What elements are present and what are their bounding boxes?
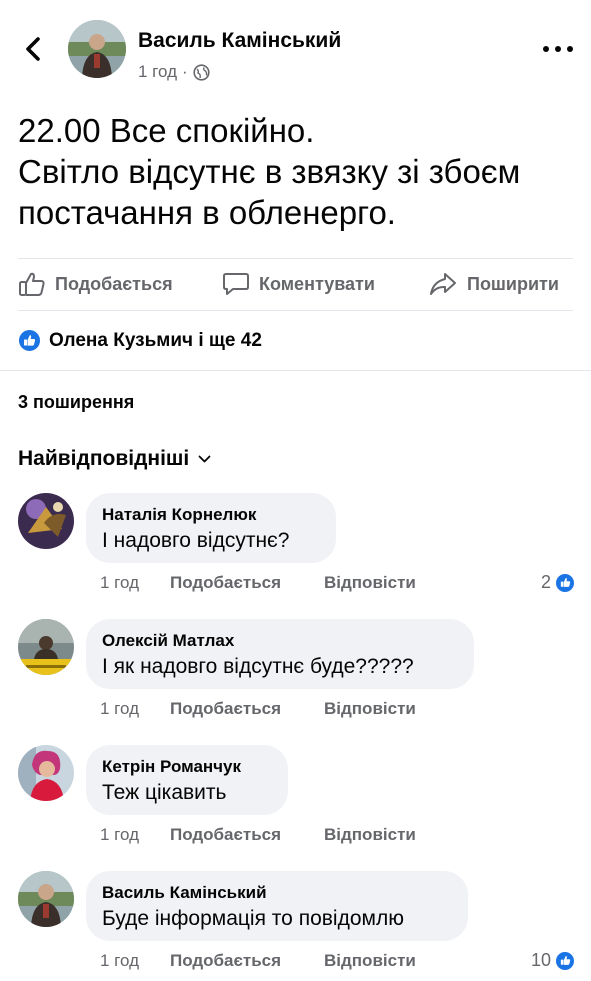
post-time[interactable]: 1 год	[138, 62, 177, 82]
back-button[interactable]	[20, 34, 46, 64]
author-name[interactable]: Василь Камінський	[138, 29, 341, 53]
comment-bubble-icon	[223, 273, 249, 295]
comment-button-label: Коментувати	[259, 273, 375, 294]
thumbs-up-icon	[19, 272, 45, 296]
chevron-down-icon	[198, 455, 211, 462]
comment-time[interactable]: 1 год	[100, 825, 170, 845]
comment-bubble[interactable]: Олексій Матлах І як надовго відсутнє буд…	[86, 619, 474, 689]
comment-reply-button[interactable]: Відповісти	[324, 699, 416, 719]
post-text: 22.00 Все спокійно. Світло відсутнє в зв…	[18, 112, 521, 231]
commenter-avatar[interactable]	[18, 493, 74, 549]
comment-time[interactable]: 1 год	[100, 951, 170, 971]
comment-meta: 1 год Подобається Відповісти	[100, 699, 416, 719]
commenter-name[interactable]: Кетрін Романчук	[102, 757, 272, 777]
comment-like-button[interactable]: Подобається	[170, 825, 324, 845]
more-options-button[interactable]	[543, 41, 573, 57]
shares-count[interactable]: 3 поширення	[18, 392, 134, 413]
comment-bubble[interactable]: Василь Камінський Буде інформація то пов…	[86, 871, 468, 941]
comment-time[interactable]: 1 год	[100, 699, 170, 719]
comment-time[interactable]: 1 год	[100, 573, 170, 593]
comment-bubble[interactable]: Кетрін Романчук Теж цікавить	[86, 745, 288, 815]
comment-sort-dropdown[interactable]: Найвідповідніші	[18, 447, 211, 471]
commenter-avatar[interactable]	[18, 871, 74, 927]
share-button[interactable]: Поширити	[428, 258, 559, 310]
like-button[interactable]: Подобається	[18, 258, 173, 310]
comment-text: І як надовго відсутнє буде?????	[102, 655, 414, 678]
meta-separator: ·	[182, 62, 188, 81]
post-meta: 1 год ·	[138, 62, 210, 82]
comment-item: Кетрін Романчук Теж цікавить 1 год Подоб…	[0, 745, 591, 865]
like-icon	[18, 329, 41, 352]
comment-meta: 1 год Подобається Відповісти	[100, 951, 416, 971]
like-icon	[555, 950, 575, 971]
comment-reaction-count: 2	[540, 572, 551, 592]
comment-item: Василь Камінський Буде інформація то пов…	[0, 871, 591, 981]
commenter-avatar[interactable]	[18, 745, 74, 801]
comment-text: І надовго відсутнє?	[102, 529, 290, 552]
comment-like-button[interactable]: Подобається	[170, 951, 324, 971]
chevron-left-icon	[26, 37, 40, 61]
comment-reply-button[interactable]: Відповісти	[324, 951, 416, 971]
like-icon	[555, 572, 575, 593]
comment-reply-button[interactable]: Відповісти	[324, 825, 416, 845]
sort-label: Найвідповідніші	[18, 447, 190, 470]
comment-text: Теж цікавить	[102, 781, 227, 804]
dot-icon	[567, 46, 573, 52]
comment-reply-button[interactable]: Відповісти	[324, 573, 416, 593]
comment-meta: 1 год Подобається Відповісти	[100, 825, 416, 845]
dot-icon	[555, 46, 561, 52]
commenter-name[interactable]: Наталія Корнелюк	[102, 505, 320, 525]
reactions-summary[interactable]: Олена Кузьмич і ще 42	[18, 329, 262, 352]
author-avatar[interactable]	[68, 20, 126, 78]
post-actions: Подобається Коментувати Поширити	[0, 258, 591, 310]
like-button-label: Подобається	[55, 273, 173, 294]
comment-reaction-count: 10	[530, 950, 551, 970]
reactions-summary-text: Олена Кузьмич і ще 42	[49, 329, 262, 351]
comment-bubble[interactable]: Наталія Корнелюк І надовго відсутнє?	[86, 493, 336, 563]
post-header: Василь Камінський 1 год ·	[0, 0, 591, 96]
comment-text: Буде інформація то повідомлю	[102, 907, 404, 930]
comment-reactions[interactable]: 10	[531, 950, 575, 971]
commenter-name[interactable]: Василь Камінський	[102, 883, 452, 903]
share-arrow-icon	[430, 273, 456, 295]
comment-like-button[interactable]: Подобається	[170, 573, 324, 593]
comment-item: Наталія Корнелюк І надовго відсутнє? 1 г…	[0, 493, 591, 613]
comment-like-button[interactable]: Подобається	[170, 699, 324, 719]
divider	[0, 370, 591, 371]
comment-item: Олексій Матлах І як надовго відсутнє буд…	[0, 619, 591, 739]
comment-meta: 1 год Подобається Відповісти	[100, 573, 416, 593]
comment-reactions[interactable]: 2	[541, 572, 575, 593]
share-button-label: Поширити	[467, 273, 559, 294]
commenter-name[interactable]: Олексій Матлах	[102, 631, 458, 651]
divider	[18, 310, 573, 311]
commenter-avatar[interactable]	[18, 619, 74, 675]
comment-button[interactable]: Коментувати	[222, 258, 375, 310]
dot-icon	[543, 46, 549, 52]
globe-icon	[193, 63, 210, 81]
